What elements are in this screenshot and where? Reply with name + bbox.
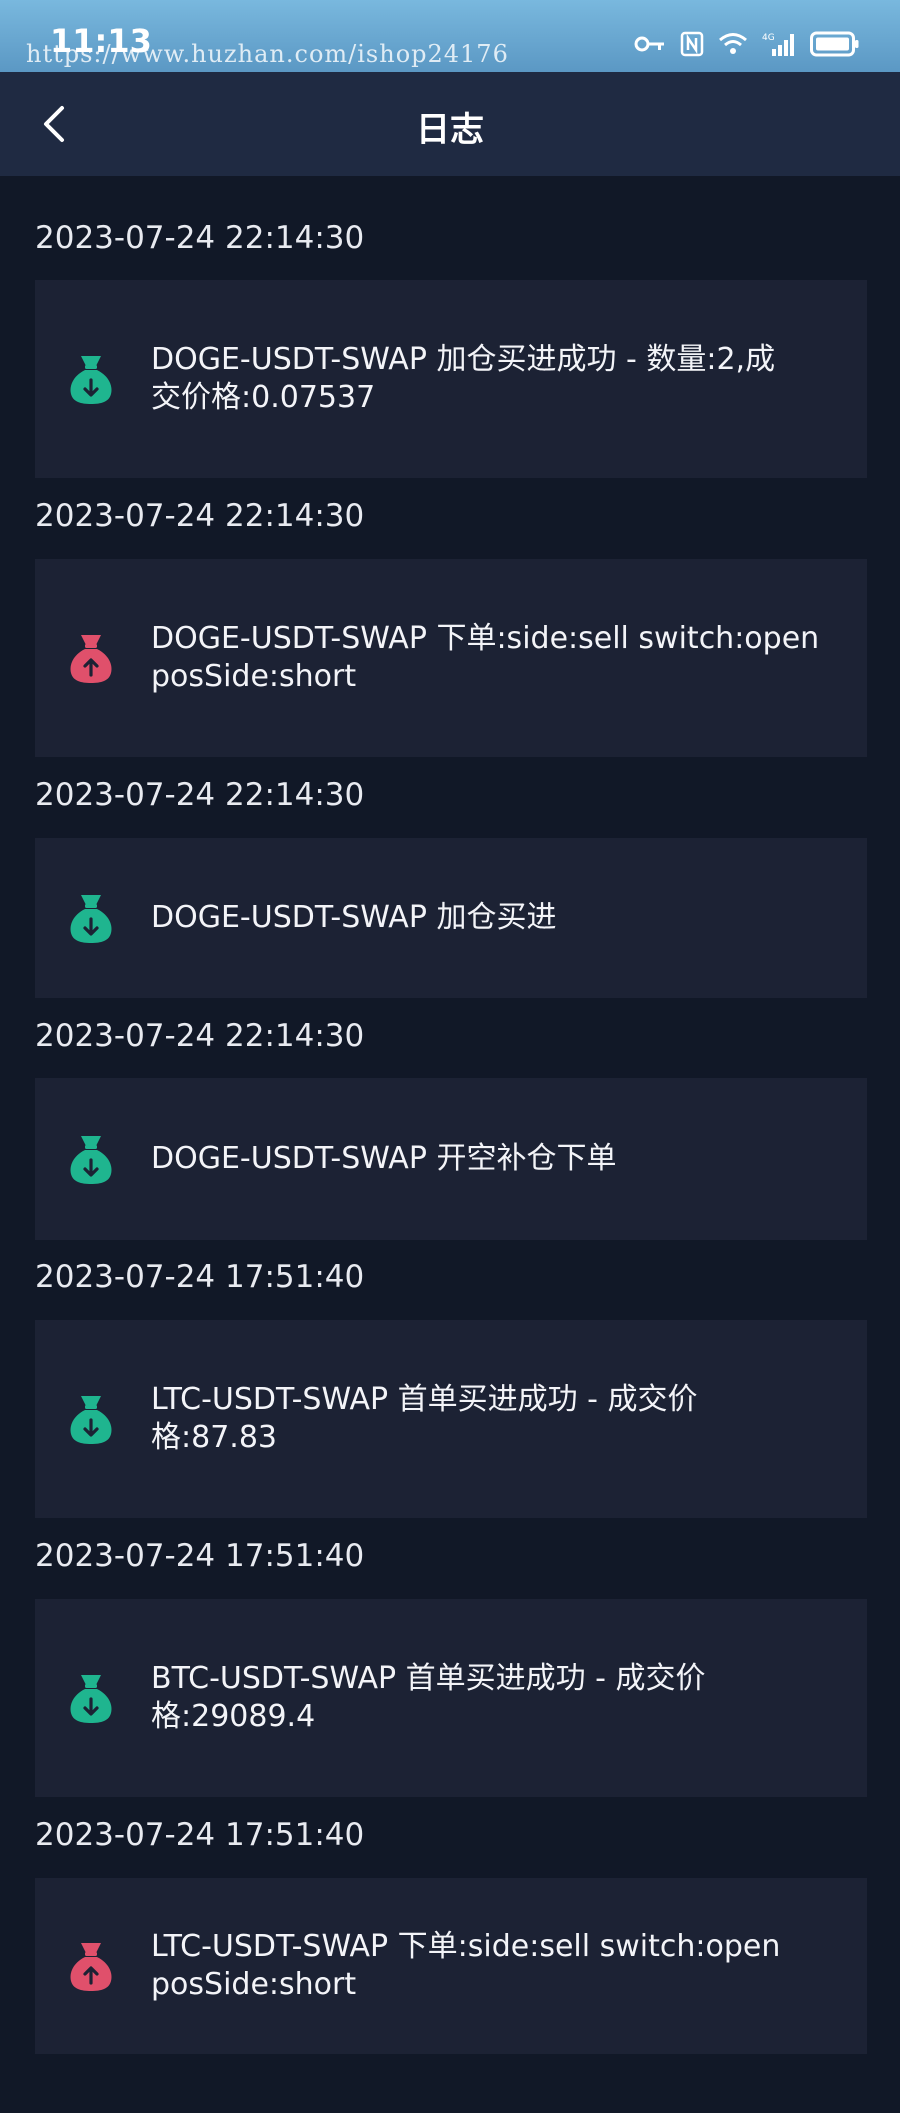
money-bag-down-icon <box>61 1129 121 1189</box>
status-bar: 11:13 https://www.huzhan.com/ishop24176 … <box>0 0 900 72</box>
nav-bar: 日志 <box>0 72 900 176</box>
money-bag-down-icon <box>61 1389 121 1449</box>
signal-4g-icon: 4G <box>762 31 796 57</box>
log-message: LTC-USDT-SWAP 首单买进成功 - 成交价 格:87.83 <box>151 1382 698 1455</box>
page-title: 日志 <box>416 110 484 150</box>
log-card[interactable]: DOGE-USDT-SWAP 开空补仓下单 <box>35 1078 867 1240</box>
log-timestamp: 2023-07-24 22:14:30 <box>35 777 365 813</box>
money-bag-down-icon <box>61 888 121 948</box>
log-timestamp: 2023-07-24 22:14:30 <box>35 220 365 256</box>
status-icons: 4G <box>634 26 860 62</box>
log-message: BTC-USDT-SWAP 首单买进成功 - 成交价 格:29089.4 <box>151 1661 706 1734</box>
log-timestamp: 2023-07-24 22:14:30 <box>35 1018 365 1054</box>
log-card[interactable]: DOGE-USDT-SWAP 加仓买进成功 - 数量:2,成 交价格:0.075… <box>35 280 867 478</box>
log-message: DOGE-USDT-SWAP 下单:side:sell switch:open … <box>151 621 820 694</box>
key-icon <box>634 34 666 54</box>
battery-icon <box>810 31 860 57</box>
log-message: DOGE-USDT-SWAP 开空补仓下单 <box>151 1141 617 1176</box>
log-timestamp: 2023-07-24 17:51:40 <box>35 1817 365 1853</box>
log-card[interactable]: DOGE-USDT-SWAP 加仓买进 <box>35 838 867 998</box>
log-message: DOGE-USDT-SWAP 加仓买进成功 - 数量:2,成 交价格:0.075… <box>151 342 776 415</box>
money-bag-down-icon <box>61 1668 121 1728</box>
svg-text:4G: 4G <box>762 33 775 43</box>
log-message: LTC-USDT-SWAP 下单:side:sell switch:open p… <box>151 1929 781 2002</box>
log-card[interactable]: DOGE-USDT-SWAP 下单:side:sell switch:open … <box>35 559 867 757</box>
money-bag-up-icon <box>61 1936 121 1996</box>
log-timestamp: 2023-07-24 17:51:40 <box>35 1259 365 1295</box>
nfc-icon <box>680 31 704 57</box>
log-card[interactable]: BTC-USDT-SWAP 首单买进成功 - 成交价 格:29089.4 <box>35 1599 867 1797</box>
money-bag-up-icon <box>61 628 121 688</box>
log-card[interactable]: LTC-USDT-SWAP 首单买进成功 - 成交价 格:87.83 <box>35 1320 867 1518</box>
log-timestamp: 2023-07-24 22:14:30 <box>35 498 365 534</box>
log-timestamp: 2023-07-24 17:51:40 <box>35 1538 365 1574</box>
money-bag-down-icon <box>61 349 121 409</box>
log-message: DOGE-USDT-SWAP 加仓买进 <box>151 900 557 935</box>
wifi-icon <box>718 32 748 56</box>
log-card[interactable]: LTC-USDT-SWAP 下单:side:sell switch:open p… <box>35 1878 867 2054</box>
watermark-url: https://www.huzhan.com/ishop24176 <box>26 40 509 68</box>
